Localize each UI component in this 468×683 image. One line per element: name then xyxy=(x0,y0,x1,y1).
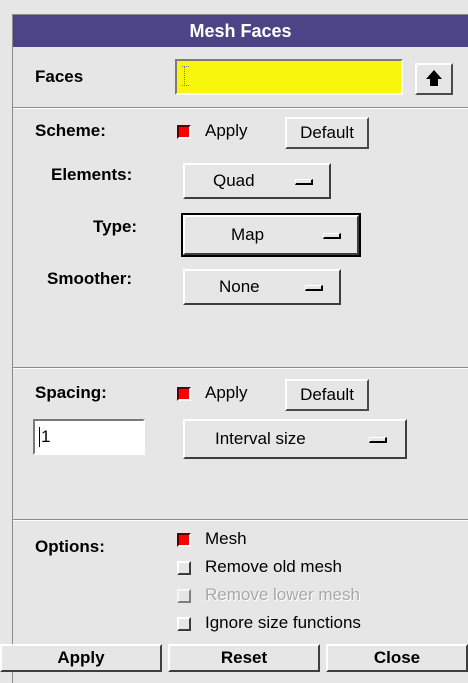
mesh-checkbox[interactable] xyxy=(177,533,191,547)
scheme-default-button[interactable]: Default xyxy=(285,117,369,149)
smoother-value: None xyxy=(219,277,260,296)
remove-lower-mesh-label: Remove lower mesh xyxy=(205,585,360,604)
close-button[interactable]: Close xyxy=(326,644,468,672)
spacing-value-input[interactable]: 1 xyxy=(33,419,145,455)
type-label: Type: xyxy=(93,217,138,236)
spacing-label: Spacing: xyxy=(35,383,107,402)
text-cursor-icon xyxy=(39,427,40,447)
separator xyxy=(13,107,468,109)
type-option-menu[interactable]: Map xyxy=(181,213,361,257)
faces-input[interactable] xyxy=(175,59,403,95)
options-label: Options: xyxy=(35,537,105,556)
pick-faces-button[interactable] xyxy=(415,63,453,95)
remove-lower-mesh-checkbox xyxy=(177,589,191,603)
smoother-label: Smoother: xyxy=(47,269,132,288)
faces-label: Faces xyxy=(35,67,84,86)
scheme-apply-label: Apply xyxy=(205,121,248,140)
option-menu-indicator-icon xyxy=(295,179,313,185)
elements-label: Elements: xyxy=(51,165,133,184)
text-cursor-icon xyxy=(182,66,189,86)
type-value: Map xyxy=(231,225,265,244)
spacing-value: 1 xyxy=(41,427,51,446)
elements-option-menu[interactable]: Quad xyxy=(183,163,331,199)
ignore-size-functions-checkbox[interactable] xyxy=(177,617,191,631)
spacing-apply-label: Apply xyxy=(205,383,248,402)
remove-old-mesh-label: Remove old mesh xyxy=(205,557,343,576)
option-menu-indicator-icon xyxy=(369,437,387,443)
mesh-faces-dialog: Mesh Faces Faces Scheme: Apply Default E… xyxy=(12,14,468,683)
reset-button[interactable]: Reset xyxy=(168,644,320,672)
spacing-mode-value: Interval size xyxy=(215,429,306,448)
spacing-default-button[interactable]: Default xyxy=(285,379,369,411)
separator xyxy=(13,519,468,521)
elements-value: Quad xyxy=(213,171,255,190)
scheme-label: Scheme: xyxy=(35,121,106,140)
spacing-mode-option-menu[interactable]: Interval size xyxy=(183,419,407,459)
option-menu-indicator-icon xyxy=(305,285,323,291)
dialog-title: Mesh Faces xyxy=(13,15,468,47)
scheme-apply-checkbox[interactable] xyxy=(177,125,191,139)
spacing-apply-checkbox[interactable] xyxy=(177,387,191,401)
smoother-option-menu[interactable]: None xyxy=(183,269,341,305)
mesh-label: Mesh xyxy=(205,529,247,548)
separator xyxy=(13,367,468,369)
remove-old-mesh-checkbox[interactable] xyxy=(177,561,191,575)
ignore-size-functions-label: Ignore size functions xyxy=(205,613,361,632)
option-menu-indicator-icon xyxy=(323,233,341,239)
apply-button[interactable]: Apply xyxy=(0,644,162,672)
